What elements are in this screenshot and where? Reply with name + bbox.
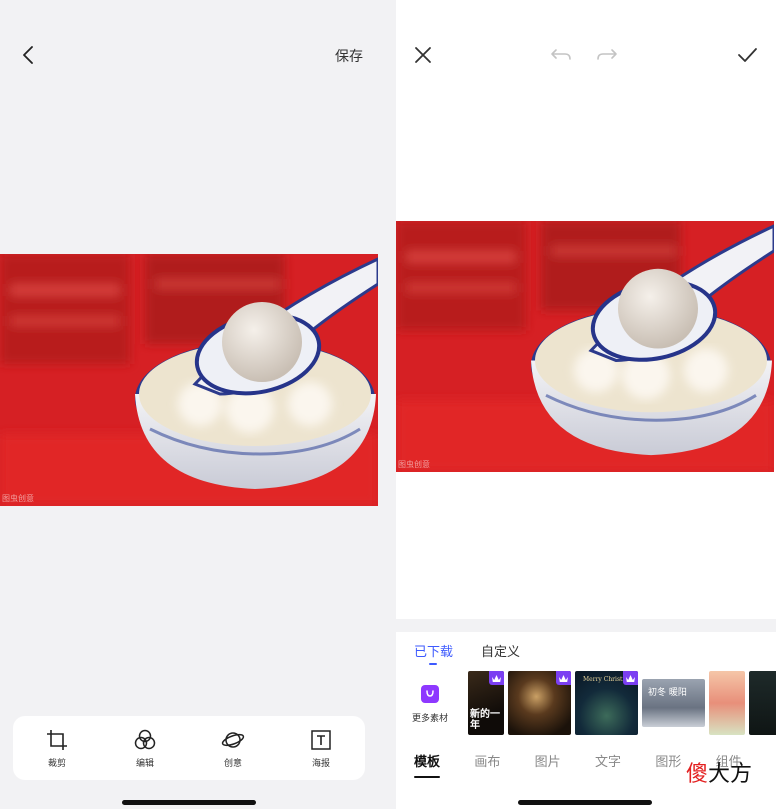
- template-thumbnail[interactable]: 新的一年: [468, 671, 504, 735]
- canvas-photo[interactable]: 图虫创意: [396, 221, 774, 472]
- save-button[interactable]: 保存: [335, 46, 363, 66]
- shopping-bag-icon: [421, 685, 439, 703]
- pane-divider: [378, 0, 396, 809]
- text-box-icon: [311, 729, 331, 750]
- tab-text[interactable]: 文字: [595, 751, 655, 770]
- brand-rest: 大方: [708, 762, 753, 787]
- template-thumbnail[interactable]: [749, 671, 776, 735]
- more-materials-button[interactable]: 更多素材: [410, 685, 450, 724]
- crop-icon: [47, 729, 67, 750]
- tab-canvas[interactable]: 画布: [474, 751, 534, 770]
- crop-tool-label: 裁剪: [47, 757, 66, 768]
- creative-tool-label: 创意: [223, 757, 242, 768]
- subtab-custom[interactable]: 自定义: [481, 641, 520, 660]
- template-thumbnail[interactable]: [508, 671, 571, 735]
- canvas-watermark: 图虫创意: [398, 460, 430, 469]
- poster-tool-button[interactable]: 海报: [291, 728, 351, 769]
- undo-icon[interactable]: [550, 46, 572, 64]
- panel-separator: [396, 619, 776, 632]
- crown-icon: [556, 671, 571, 685]
- edit-tool-button[interactable]: 编辑: [115, 728, 175, 769]
- edit-tool-label: 编辑: [135, 757, 154, 768]
- thumbnail-title: 初冬 暖阳: [648, 688, 687, 698]
- photo-watermark: 图虫创意: [2, 494, 34, 503]
- redo-icon[interactable]: [596, 46, 618, 64]
- crown-icon: [623, 671, 638, 685]
- template-thumbnail[interactable]: [709, 671, 745, 735]
- back-button[interactable]: [16, 40, 40, 70]
- edit-circles-icon: [134, 729, 156, 749]
- brand-watermark: 傻大方: [686, 756, 752, 788]
- screen: 保存 图虫创意 裁剪 编辑 创意 海报 图虫创意 已下载 自定义 更多素材 新的…: [0, 0, 776, 809]
- chevron-left-icon: [23, 46, 33, 64]
- brand-first-char: 傻: [686, 762, 709, 787]
- crown-icon: [489, 671, 504, 685]
- material-subtabs: 已下载 自定义: [414, 641, 520, 665]
- tab-image[interactable]: 图片: [535, 751, 595, 770]
- editor-pane: 图虫创意 已下载 自定义 更多素材 新的一年 Merry Christmas 初…: [396, 0, 776, 809]
- creative-tool-button[interactable]: 创意: [203, 728, 263, 769]
- close-icon[interactable]: [412, 44, 434, 66]
- more-materials-label: 更多素材: [411, 713, 448, 723]
- tab-template[interactable]: 模板: [414, 751, 474, 778]
- poster-tool-label: 海报: [311, 757, 330, 768]
- template-thumbnails: 新的一年 Merry Christmas 初冬 暖阳: [468, 671, 776, 735]
- template-thumbnail[interactable]: Merry Christmas: [575, 671, 638, 735]
- crop-tool-button[interactable]: 裁剪: [27, 728, 87, 769]
- tool-bar: 裁剪 编辑 创意 海报: [13, 716, 365, 780]
- thumbnail-title: 新的一年: [470, 709, 500, 731]
- home-indicator: [122, 800, 256, 805]
- template-thumbnail[interactable]: 初冬 暖阳: [642, 679, 705, 727]
- planet-icon: [221, 731, 245, 748]
- home-indicator: [518, 800, 652, 805]
- check-icon[interactable]: [736, 44, 758, 66]
- main-photo: 图虫创意: [0, 254, 378, 506]
- preview-pane: 保存 图虫创意 裁剪 编辑 创意 海报: [0, 0, 378, 809]
- subtab-downloaded[interactable]: 已下载: [414, 641, 453, 665]
